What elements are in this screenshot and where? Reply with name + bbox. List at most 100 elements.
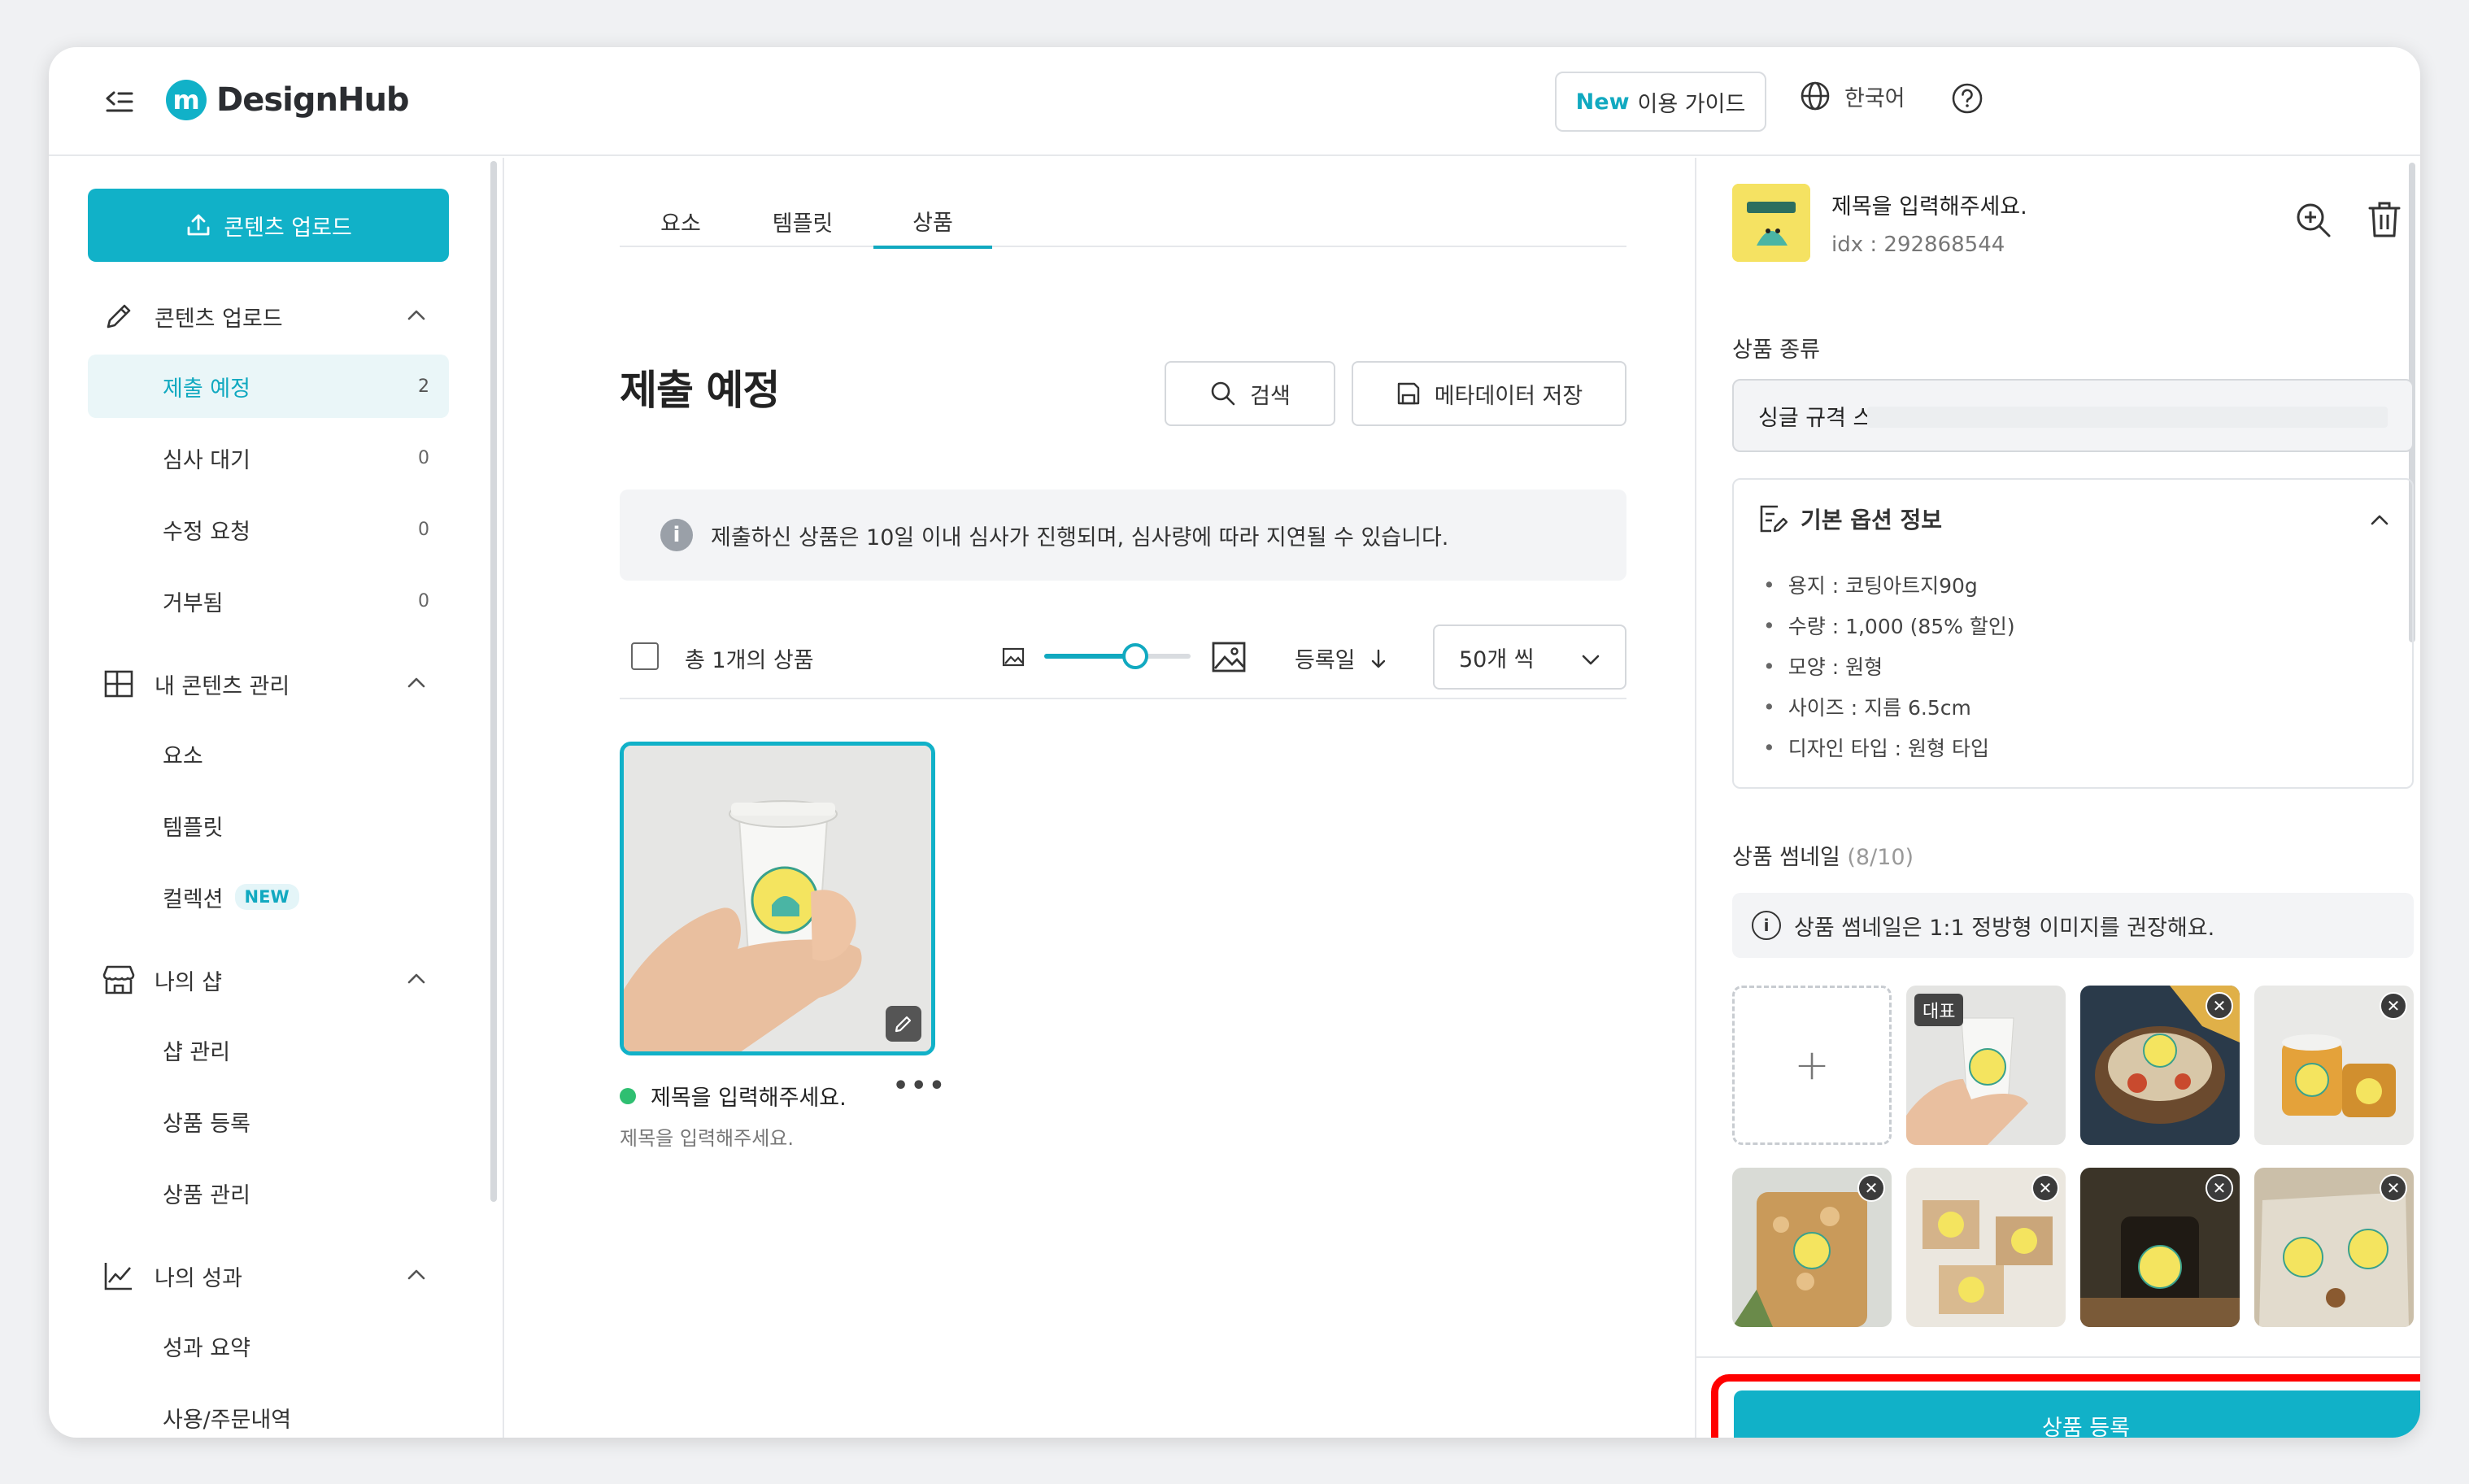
thumbnail-section-label: 상품 썸네일 (8/10) (1732, 839, 1914, 871)
list-toolbar: 총 1개의 상품 등록일 50개 씩 (620, 610, 1626, 699)
chevron-down-icon (1582, 655, 1600, 665)
sidebar-item-usage-orders[interactable]: 사용/주문내역 (88, 1386, 449, 1438)
image-small-icon[interactable] (1000, 644, 1026, 670)
menu-collapse-icon[interactable] (102, 85, 135, 118)
app-window: m DesignHub New 이용 가이드 한국어 콘텐츠 업로드 콘텐츠 업… (49, 47, 2420, 1438)
search-button[interactable]: 검색 (1165, 361, 1335, 426)
thumbnail-item[interactable]: ✕ (2254, 986, 2414, 1145)
arrow-down-icon (1371, 649, 1385, 668)
thumbnail-item[interactable]: 대표 (1906, 986, 2066, 1145)
basic-options-header[interactable]: 기본 옵션 정보 (1757, 503, 1942, 535)
new-badge: NEW (234, 884, 299, 910)
sidebar-item-shop-manage[interactable]: 샵 관리 (88, 1018, 449, 1081)
section-label: 나의 성과 (155, 1265, 242, 1291)
sidebar-section-content-upload[interactable]: 콘텐츠 업로드 (88, 286, 449, 346)
thumbnail-size-slider[interactable] (1044, 643, 1191, 669)
product-card-title[interactable]: 제목을 입력해주세요. (620, 1080, 847, 1112)
product-card-subtitle: 제목을 입력해주세요. (620, 1127, 794, 1150)
sidebar: 콘텐츠 업로드 콘텐츠 업로드 제출 예정 2 심사 대기 0 수정 요청 0 … (49, 158, 504, 1438)
tab-templates[interactable]: 템플릿 (742, 195, 864, 247)
tab-elements[interactable]: 요소 (620, 195, 742, 247)
sidebar-item-label: 요소 (163, 743, 203, 769)
thumbnail-count: (8/10) (1847, 845, 1914, 870)
search-button-label: 검색 (1250, 383, 1291, 409)
panel-product-idx: idx : 292868544 (1831, 233, 2005, 257)
sidebar-section-performance[interactable]: 나의 성과 (88, 1246, 449, 1306)
chevron-up-icon (407, 1269, 425, 1280)
save-metadata-button[interactable]: 메타데이터 저장 (1352, 361, 1626, 426)
product-type-value: 싱글 규격 스티커 (1758, 405, 1914, 431)
trash-icon[interactable] (2367, 200, 2402, 239)
sidebar-item-performance-summary[interactable]: 성과 요약 (88, 1314, 449, 1377)
content-tabs: 요소 템플릿 상품 (620, 195, 1626, 249)
basic-options-panel: 기본 옵션 정보 용지 : 코팅아트지90g 수량 : 1,000 (85% 할… (1732, 478, 2414, 789)
remove-thumbnail-icon[interactable]: ✕ (2206, 992, 2233, 1020)
sidebar-item-submit-pending[interactable]: 제출 예정 2 (88, 355, 449, 418)
logo[interactable]: m DesignHub (166, 80, 410, 120)
option-shape: 모양 : 원형 (1763, 646, 2015, 686)
sidebar-item-product-register[interactable]: 상품 등록 (88, 1090, 449, 1153)
remove-thumbnail-icon[interactable]: ✕ (2206, 1174, 2233, 1202)
select-all-checkbox[interactable] (631, 642, 659, 670)
page-title: 제출 예정 (620, 367, 780, 414)
sidebar-item-product-manage[interactable]: 상품 관리 (88, 1161, 449, 1225)
top-header: m DesignHub New 이용 가이드 한국어 (49, 47, 2420, 156)
sidebar-item-rejected[interactable]: 거부됨 0 (88, 569, 449, 633)
sidebar-item-label: 템플릿 (163, 815, 224, 841)
help-icon[interactable] (1950, 81, 1984, 115)
sort-by-date[interactable]: 등록일 (1295, 642, 1390, 674)
tab-products[interactable]: 상품 (873, 195, 992, 249)
image-large-icon[interactable] (1210, 639, 1248, 675)
status-dot (620, 1087, 636, 1104)
thumbnail-item[interactable]: ✕ (2080, 1168, 2240, 1327)
sidebar-item-label: 성과 요약 (163, 1335, 250, 1361)
sidebar-scrollbar[interactable] (490, 161, 497, 1202)
product-type-field[interactable]: 싱글 규격 스티커 (1732, 379, 2414, 452)
representative-badge: 대표 (1914, 994, 1964, 1026)
remove-thumbnail-icon[interactable]: ✕ (1857, 1174, 1885, 1202)
product-card-image[interactable] (620, 742, 935, 1055)
thumbnail-item[interactable]: ✕ (2254, 1168, 2414, 1327)
remove-thumbnail-icon[interactable]: ✕ (2031, 1174, 2059, 1202)
sort-label: 등록일 (1295, 648, 1356, 673)
thumbnail-item[interactable]: ✕ (2080, 986, 2240, 1145)
more-options-icon[interactable]: ••• (893, 1072, 947, 1100)
remove-thumbnail-icon[interactable]: ✕ (2380, 992, 2407, 1020)
sticker-preview (1732, 184, 1810, 262)
chevron-up-icon (407, 973, 425, 984)
notice-text: 제출하신 상품은 10일 이내 심사가 진행되며, 심사량에 따라 지연될 수 … (711, 524, 1449, 551)
thumbnail-item[interactable]: ✕ (1732, 1168, 1892, 1327)
option-paper: 용지 : 코팅아트지90g (1763, 564, 2015, 605)
thumbnail-item[interactable]: ✕ (1906, 1168, 2066, 1327)
guide-label: 이용 가이드 (1637, 91, 1746, 117)
sidebar-item-elements[interactable]: 요소 (88, 722, 449, 786)
sidebar-item-label: 제출 예정 (163, 376, 250, 402)
sidebar-item-templates[interactable]: 템플릿 (88, 794, 449, 857)
sidebar-section-my-shop[interactable]: 나의 샵 (88, 950, 449, 1010)
card-title-text: 제목을 입력해주세요. (651, 1086, 847, 1111)
sidebar-item-review-waiting[interactable]: 심사 대기 0 (88, 426, 449, 490)
logo-mark-icon: m (166, 80, 207, 120)
language-selector[interactable]: 한국어 (1799, 80, 1905, 112)
chevron-up-icon[interactable] (2368, 509, 2391, 532)
option-design-type: 디자인 타입 : 원형 타입 (1763, 727, 2015, 768)
zoom-in-icon[interactable] (2293, 200, 2332, 239)
edit-image-button[interactable] (886, 1006, 921, 1042)
save-icon (1397, 382, 1419, 405)
page-size-select[interactable]: 50개 씩 (1433, 624, 1626, 690)
slider-fill (1044, 654, 1135, 659)
chart-line-icon (101, 1258, 137, 1294)
sidebar-item-collection[interactable]: 컬렉션 NEW (88, 865, 449, 929)
pencil-icon (101, 298, 137, 334)
add-thumbnail-button[interactable]: + (1732, 986, 1892, 1145)
upload-icon (187, 214, 210, 236)
slider-knob[interactable] (1121, 643, 1148, 669)
content-upload-button[interactable]: 콘텐츠 업로드 (88, 189, 449, 262)
layout-icon (101, 666, 137, 702)
remove-thumbnail-icon[interactable]: ✕ (2380, 1174, 2407, 1202)
sidebar-section-my-content[interactable]: 내 콘텐츠 관리 (88, 654, 449, 714)
count-badge: 0 (418, 590, 429, 611)
thumbnail-tip: i 상품 썸네일은 1:1 정방형 이미지를 권장해요. (1732, 893, 2414, 958)
sidebar-item-revision-request[interactable]: 수정 요청 0 (88, 498, 449, 561)
user-guide-button[interactable]: New 이용 가이드 (1555, 72, 1766, 132)
